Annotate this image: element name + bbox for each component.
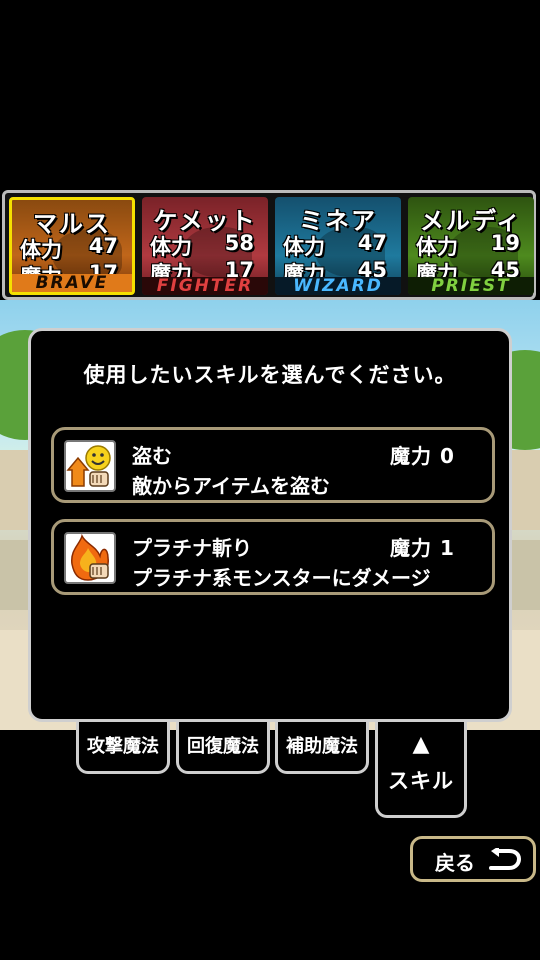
back-button[interactable]: 戻る bbox=[410, 836, 536, 882]
skill-cost: 魔力 0 bbox=[390, 444, 455, 468]
skill-option-platinum-slash[interactable]: プラチナ斬り 魔力 1 プラチナ系モンスターにダメージ bbox=[51, 519, 495, 595]
skill-select-dialog: 使用したいスキルを選んでください。 盗む 魔力 0 敵からアイテムを盗む プラチ… bbox=[28, 328, 512, 722]
member-class: FIGHTER bbox=[142, 277, 268, 295]
steal-smiley-icon bbox=[64, 440, 116, 492]
party-status-bar: マルス 体力47 魔力17 BRAVE ケメット 体力58 魔力17 FIGHT… bbox=[2, 190, 536, 300]
skill-cost: 魔力 1 bbox=[390, 536, 455, 560]
skill-name: 盗む bbox=[132, 444, 172, 468]
party-member-2[interactable]: ケメット 体力 58 魔力 17 FIGHTER bbox=[142, 197, 268, 295]
skill-description: プラチナ系モンスターにダメージ bbox=[132, 566, 431, 590]
dialog-prompt: 使用したいスキルを選んでください。 bbox=[83, 363, 457, 387]
up-triangle-icon: ▲ bbox=[412, 732, 430, 757]
member-class: PRIEST bbox=[408, 277, 534, 295]
tab-heal-magic[interactable]: 回復魔法 bbox=[176, 722, 270, 774]
party-member-3[interactable]: ミネア 体力 47 魔力 45 WIZARD bbox=[275, 197, 401, 295]
flame-slash-icon bbox=[64, 532, 116, 584]
back-button-label: 戻る bbox=[435, 851, 475, 875]
return-arrow-icon bbox=[489, 848, 522, 870]
skill-option-steal[interactable]: 盗む 魔力 0 敵からアイテムを盗む bbox=[51, 427, 495, 503]
member-class: BRAVE bbox=[12, 274, 132, 292]
tab-skill-label: スキル bbox=[388, 769, 454, 793]
member-class: WIZARD bbox=[275, 277, 401, 295]
tab-skill[interactable]: ▲ スキル bbox=[375, 722, 467, 818]
skill-name: プラチナ斬り bbox=[132, 536, 252, 560]
party-member-1[interactable]: マルス 体力47 魔力17 BRAVE bbox=[9, 197, 135, 295]
tab-support-magic[interactable]: 補助魔法 bbox=[275, 722, 369, 774]
party-member-4[interactable]: メルディ 体力 19 魔力 45 PRIEST bbox=[408, 197, 534, 295]
skill-description: 敵からアイテムを盗む bbox=[132, 474, 330, 498]
tab-attack-magic[interactable]: 攻撃魔法 bbox=[76, 722, 170, 774]
